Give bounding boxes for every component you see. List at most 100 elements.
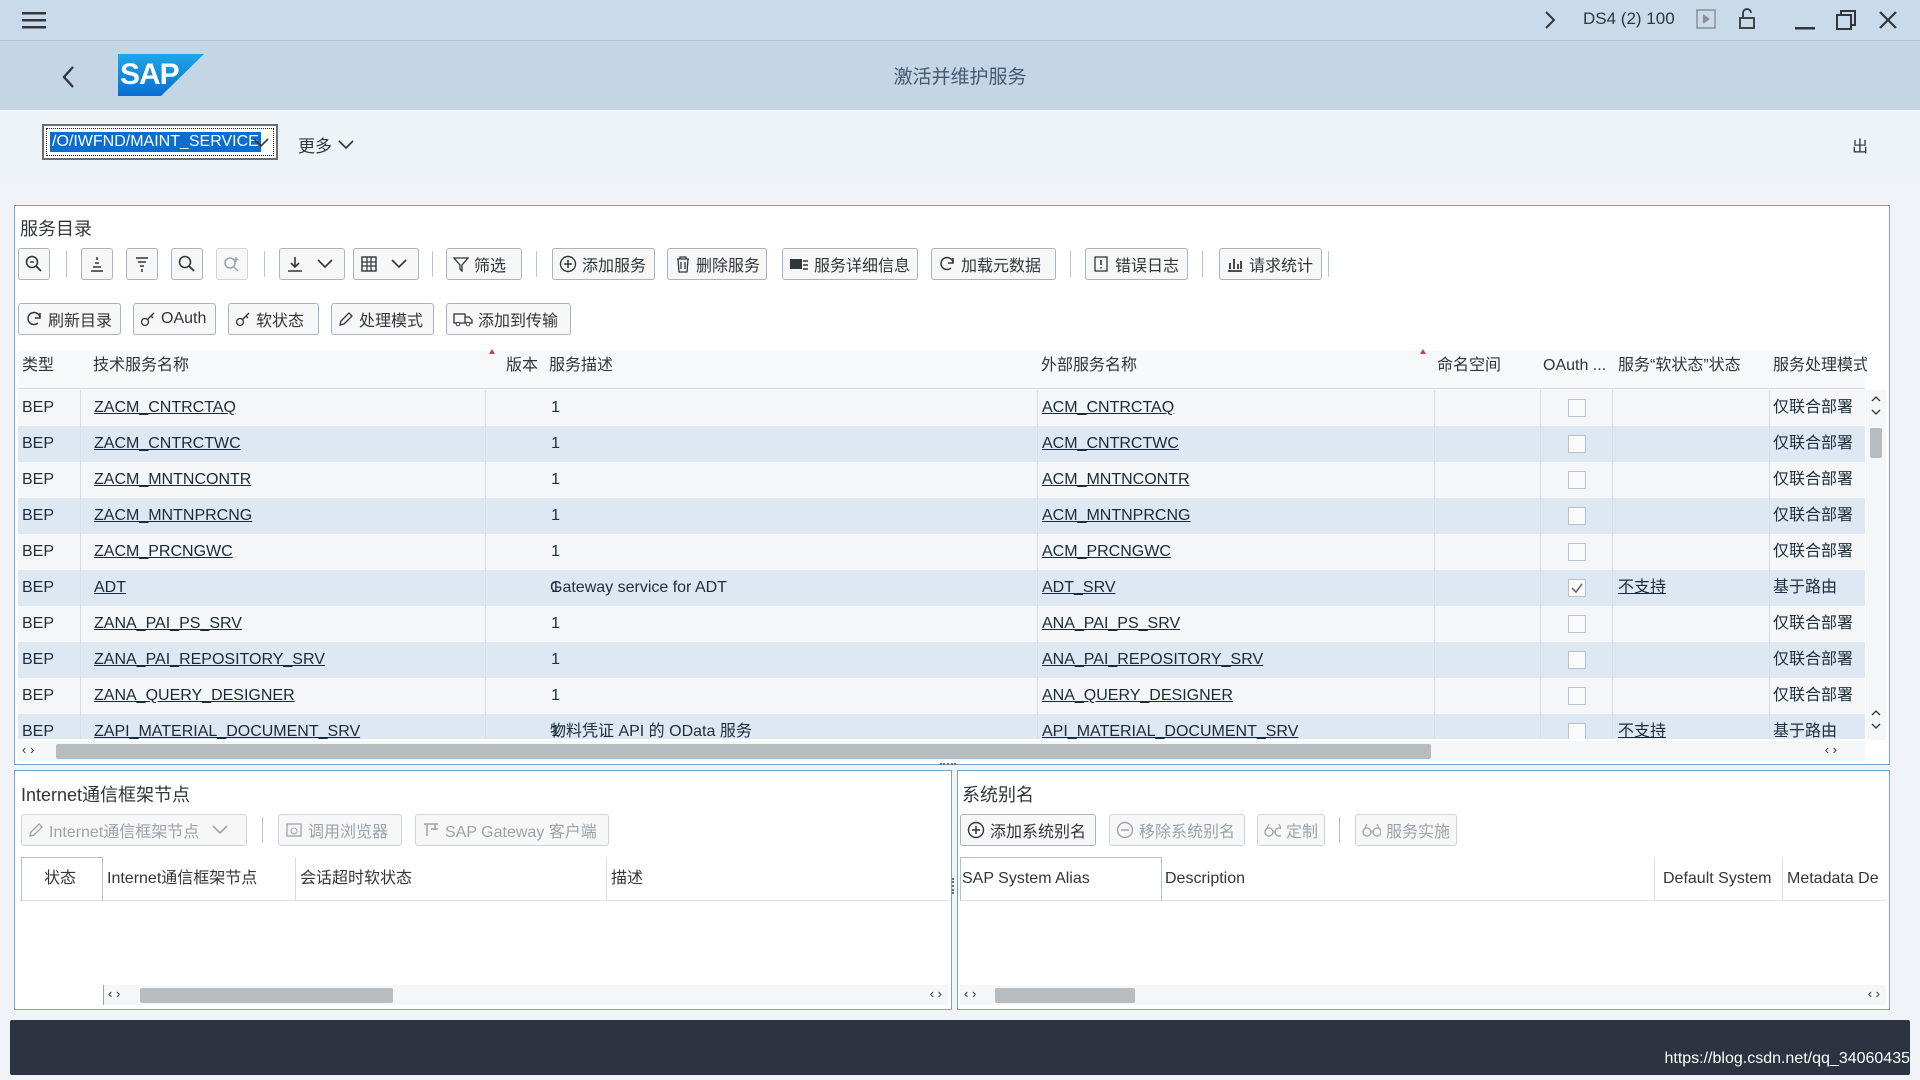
cell-external-name[interactable]: ACM_CNTRCTWC (1042, 426, 1452, 462)
scroll-left-icon[interactable]: ‹ › (22, 742, 34, 757)
more-menu[interactable]: 更多 (298, 132, 354, 157)
cell-soft-state[interactable] (1618, 606, 1758, 642)
exit-button[interactable]: 出 (1852, 133, 1868, 157)
close-icon[interactable] (1876, 8, 1900, 32)
cell-tech-name[interactable]: ZACM_CNTRCTWC (94, 426, 494, 462)
scroll-left-icon[interactable]: ‹ › (964, 986, 976, 1001)
oauth-checkbox[interactable] (1568, 471, 1586, 489)
chevron-down-icon[interactable] (252, 135, 270, 151)
cell-soft-state[interactable] (1618, 498, 1758, 534)
col-type[interactable]: 类型 (22, 351, 54, 381)
table-row[interactable]: BEP ZACM_CNTRCTWC 1 ACM_CNTRCTWC 仅联合部署 (18, 426, 1865, 462)
cell-soft-state[interactable] (1618, 642, 1758, 678)
menu-icon[interactable] (20, 8, 48, 32)
icf-scroll-thumb[interactable] (140, 988, 393, 1003)
cell-external-name[interactable]: ACM_MNTNPRCNG (1042, 498, 1452, 534)
sort-descending-icon[interactable] (126, 248, 158, 280)
call-browser-button[interactable]: 调用浏览器 (278, 814, 402, 846)
oauth-checkbox[interactable] (1568, 615, 1586, 633)
table-row[interactable]: BEP ADT 1 Gateway service for ADT ADT_SRV 不支持… (18, 570, 1865, 606)
layout-button[interactable] (353, 248, 419, 280)
table-row[interactable]: BEP ZAPI_MATERIAL_DOCUMENT_SRV 1 物料凭证 API 的… (18, 714, 1865, 739)
scroll-right-icon[interactable]: ‹ › (930, 986, 942, 1001)
scroll-left-icon[interactable]: ‹ › (108, 986, 120, 1001)
zoom-icon[interactable] (18, 248, 50, 280)
processing-mode-button[interactable]: 处理模式 (331, 303, 434, 335)
load-metadata-button[interactable]: 加载元数据 (931, 248, 1056, 280)
icf-col-node[interactable]: Internet通信框架节点 (107, 864, 257, 894)
table-row[interactable]: BEP ZACM_CNTRCTAQ 1 ACM_CNTRCTAQ 仅联合部署 (18, 390, 1865, 426)
oauth-checkbox[interactable] (1568, 651, 1586, 669)
cell-external-name[interactable]: ACM_CNTRCTAQ (1042, 390, 1452, 426)
table-row[interactable]: BEP ZACM_MNTNCONTR 1 ACM_MNTNCONTR 仅联合部署 (18, 462, 1865, 498)
icf-col-status[interactable]: 状态 (44, 864, 76, 894)
error-log-button[interactable]: 错误日志 (1085, 248, 1188, 280)
sort-ascending-icon[interactable] (81, 248, 113, 280)
soft-state-button[interactable]: 软状态 (228, 303, 319, 335)
cell-tech-name[interactable]: ADT (94, 570, 494, 606)
search-next-icon[interactable] (216, 248, 248, 280)
customize-button[interactable]: 定制 (1257, 814, 1325, 846)
play-icon[interactable] (1695, 8, 1717, 30)
oauth-checkbox[interactable] (1568, 687, 1586, 705)
cell-external-name[interactable]: ACM_PRCNGWC (1042, 534, 1452, 570)
oauth-checkbox[interactable] (1568, 399, 1586, 417)
splitter-handle-vertical[interactable] (952, 878, 956, 894)
cell-external-name[interactable]: ANA_PAI_PS_SRV (1042, 606, 1452, 642)
cell-soft-state[interactable] (1618, 678, 1758, 714)
cell-soft-state[interactable]: 不支持 (1618, 714, 1758, 739)
cell-tech-name[interactable]: ZACM_MNTNCONTR (94, 462, 494, 498)
horizontal-scroll-thumb[interactable] (56, 744, 1431, 759)
col-processing-mode[interactable]: 服务处理模式 (1773, 351, 1867, 381)
oauth-checkbox[interactable] (1568, 723, 1586, 739)
oauth-checkbox[interactable] (1568, 579, 1586, 597)
alias-scroll-thumb[interactable] (995, 988, 1135, 1003)
cell-tech-name[interactable]: ZANA_QUERY_DESIGNER (94, 678, 494, 714)
transaction-code-value[interactable]: /O/IWFND/MAINT_SERVICE (50, 132, 261, 152)
unlock-icon[interactable] (1736, 7, 1758, 31)
cell-tech-name[interactable]: ZACM_CNTRCTAQ (94, 390, 494, 426)
table-row[interactable]: BEP ZACM_PRCNGWC 1 ACM_PRCNGWC 仅联合部署 (18, 534, 1865, 570)
col-description[interactable]: 服务描述 (549, 351, 613, 381)
col-namespace[interactable]: 命名空间 (1437, 351, 1501, 381)
request-stats-button[interactable]: 请求统计 (1219, 248, 1322, 280)
cell-external-name[interactable]: ANA_QUERY_DESIGNER (1042, 678, 1452, 714)
table-row[interactable]: BEP ZACM_MNTNPRCNG 1 ACM_MNTNPRCNG 仅联合部署 (18, 498, 1865, 534)
icf-node-button[interactable]: Internet通信框架节点 (21, 814, 247, 846)
cell-tech-name[interactable]: ZAPI_MATERIAL_DOCUMENT_SRV (94, 714, 494, 739)
table-row[interactable]: BEP ZANA_PAI_PS_SRV 1 ANA_PAI_PS_SRV 仅联合部署 (18, 606, 1865, 642)
col-soft-state[interactable]: 服务“软状态”状态 (1618, 351, 1768, 381)
oauth-checkbox[interactable] (1568, 543, 1586, 561)
vertical-scrollbar[interactable] (1866, 390, 1886, 740)
restore-icon[interactable] (1834, 8, 1858, 32)
alias-col-description[interactable]: Description (1165, 864, 1245, 894)
alias-col-metadata[interactable]: Metadata De (1787, 864, 1883, 894)
export-button[interactable] (279, 248, 345, 280)
cell-soft-state[interactable] (1618, 426, 1758, 462)
transaction-code-field[interactable]: /O/IWFND/MAINT_SERVICE (42, 124, 278, 160)
cell-external-name[interactable]: ANA_PAI_REPOSITORY_SRV (1042, 642, 1452, 678)
cell-tech-name[interactable]: ZANA_PAI_REPOSITORY_SRV (94, 642, 494, 678)
col-version[interactable]: 版本 (506, 351, 538, 381)
oauth-button[interactable]: OAuth (133, 303, 216, 335)
refresh-catalog-button[interactable]: 刷新目录 (18, 303, 121, 335)
service-impl-button[interactable]: 服务实施 (1355, 814, 1457, 846)
splitter-handle[interactable] (940, 763, 956, 767)
oauth-checkbox[interactable] (1568, 507, 1586, 525)
search-icon[interactable] (171, 248, 203, 280)
icf-col-timeout[interactable]: 会话超时软状态 (300, 864, 412, 894)
col-external-name[interactable]: 外部服务名称 (1041, 351, 1137, 381)
service-details-button[interactable]: 服务详细信息 (782, 248, 918, 280)
cell-soft-state[interactable] (1618, 390, 1758, 426)
horizontal-scrollbar[interactable]: ‹ › ‹ › (18, 741, 1865, 761)
add-alias-button[interactable]: 添加系统别名 (960, 814, 1096, 846)
table-row[interactable]: BEP ZANA_QUERY_DESIGNER 1 ANA_QUERY_DESIGNE… (18, 678, 1865, 714)
cell-soft-state[interactable] (1618, 534, 1758, 570)
alias-horizontal-scrollbar[interactable]: ‹ › ‹ › (960, 985, 1886, 1005)
scroll-right-icon[interactable]: ‹ › (1825, 742, 1837, 757)
gateway-client-button[interactable]: SAP Gateway 客户端 (415, 814, 609, 846)
scroll-right-icon[interactable]: ‹ › (1868, 986, 1880, 1001)
alias-col-default[interactable]: Default System (1663, 864, 1771, 894)
cell-external-name[interactable]: ADT_SRV (1042, 570, 1452, 606)
col-tech-name[interactable]: 技术服务名称 (93, 351, 189, 381)
